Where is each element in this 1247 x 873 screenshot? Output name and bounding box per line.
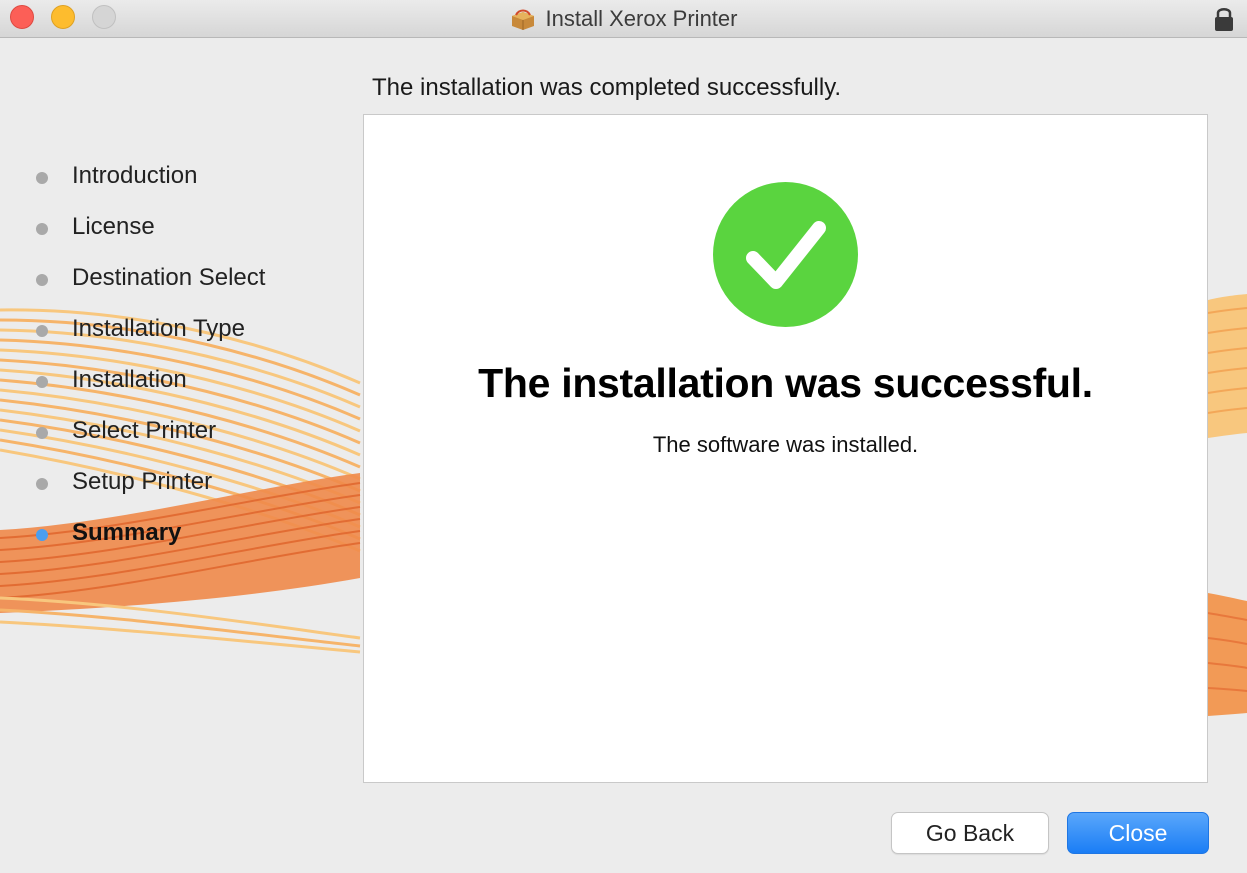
step-bullet (36, 376, 48, 388)
step-label: License (72, 213, 155, 240)
summary-panel: The installation was successful. The sof… (363, 114, 1208, 783)
step-bullet (36, 274, 48, 286)
step-bullet (36, 223, 48, 235)
window-title-group: Install Xerox Printer (0, 0, 1247, 38)
close-window-button[interactable] (10, 5, 34, 29)
step-bullet (36, 325, 48, 337)
close-button[interactable]: Close (1067, 812, 1209, 854)
minimize-window-button[interactable] (51, 5, 75, 29)
step-label: Destination Select (72, 264, 266, 291)
sidebar-step-summary: Summary (0, 509, 360, 560)
page-header: The installation was completed successfu… (372, 74, 842, 101)
step-bullet-active (36, 529, 48, 541)
step-label: Introduction (72, 162, 198, 189)
step-bullet (36, 172, 48, 184)
installer-steps-sidebar: Introduction License Destination Select … (0, 152, 360, 560)
installer-window: Install Xerox Printer Introduction Licen… (0, 0, 1247, 873)
sidebar-step-license: License (0, 203, 360, 254)
lock-icon (1215, 8, 1233, 31)
sidebar-step-setup-printer: Setup Printer (0, 458, 360, 509)
step-label: Select Printer (72, 417, 217, 444)
window-title: Install Xerox Printer (545, 6, 738, 31)
step-label: Installation (72, 366, 187, 393)
sidebar-step-destination-select: Destination Select (0, 254, 360, 305)
sidebar-step-installation-type: Installation Type (0, 305, 360, 356)
success-subtitle: The software was installed. (652, 432, 919, 457)
step-bullet (36, 478, 48, 490)
step-label: Summary (72, 519, 182, 546)
step-bullet (36, 427, 48, 439)
installer-package-icon (511, 9, 534, 30)
step-label: Setup Printer (72, 468, 213, 495)
checkmark-circle-icon (713, 182, 858, 327)
sidebar-step-introduction: Introduction (0, 152, 360, 203)
zoom-window-button (92, 5, 116, 29)
sidebar-step-installation: Installation (0, 356, 360, 407)
step-label: Installation Type (72, 315, 246, 342)
go-back-button[interactable]: Go Back (891, 812, 1049, 854)
sidebar-step-select-printer: Select Printer (0, 407, 360, 458)
title-bar: Install Xerox Printer (0, 0, 1247, 38)
success-title: The installation was successful. (478, 360, 1093, 406)
